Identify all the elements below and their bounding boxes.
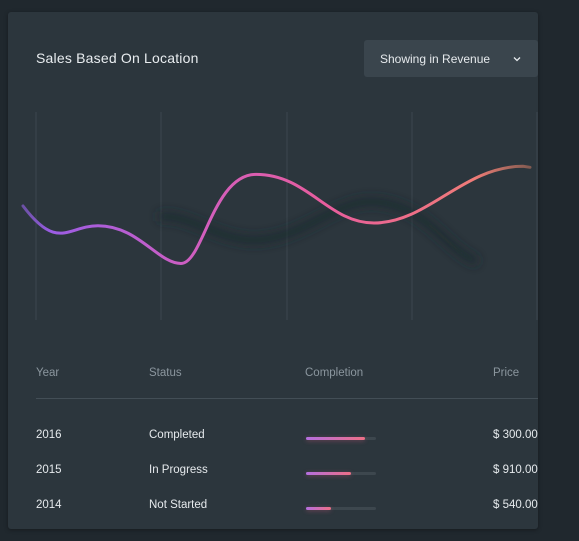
completion-bar bbox=[306, 472, 376, 475]
completion-bar-fill bbox=[306, 437, 365, 440]
sales-line-chart bbox=[21, 112, 538, 320]
cell-year: 2014 bbox=[36, 499, 62, 511]
header-year: Year bbox=[36, 367, 60, 379]
cell-price: $ 300.00 bbox=[493, 429, 538, 441]
completion-bar-fill bbox=[306, 472, 351, 475]
card-title: Sales Based On Location bbox=[36, 50, 199, 66]
chevron-down-icon bbox=[512, 54, 522, 64]
dropdown-selected-label: Showing in Revenue bbox=[380, 51, 491, 66]
table-row: 2016 Completed $ 300.00 bbox=[36, 429, 538, 449]
table-row: 2015 In Progress $ 910.00 bbox=[36, 464, 538, 484]
header-divider bbox=[36, 398, 538, 399]
header-completion: Completion bbox=[305, 367, 364, 379]
sales-card: Sales Based On Location Showing in Reven… bbox=[8, 12, 538, 529]
completion-bar bbox=[306, 507, 376, 510]
cell-status: Completed bbox=[149, 429, 205, 441]
header-price: Price bbox=[493, 367, 520, 379]
cell-price: $ 910.00 bbox=[493, 464, 538, 476]
completion-bar-fill bbox=[306, 507, 331, 510]
cell-status: In Progress bbox=[149, 464, 208, 476]
table-row: 2014 Not Started $ 540.00 bbox=[36, 499, 538, 519]
header-status: Status bbox=[149, 367, 182, 379]
cell-year: 2016 bbox=[36, 429, 62, 441]
completion-bar bbox=[306, 437, 376, 440]
cell-price: $ 540.00 bbox=[493, 499, 538, 511]
cell-status: Not Started bbox=[149, 499, 208, 511]
revenue-dropdown[interactable]: Showing in Revenue bbox=[364, 40, 538, 77]
cell-year: 2015 bbox=[36, 464, 62, 476]
